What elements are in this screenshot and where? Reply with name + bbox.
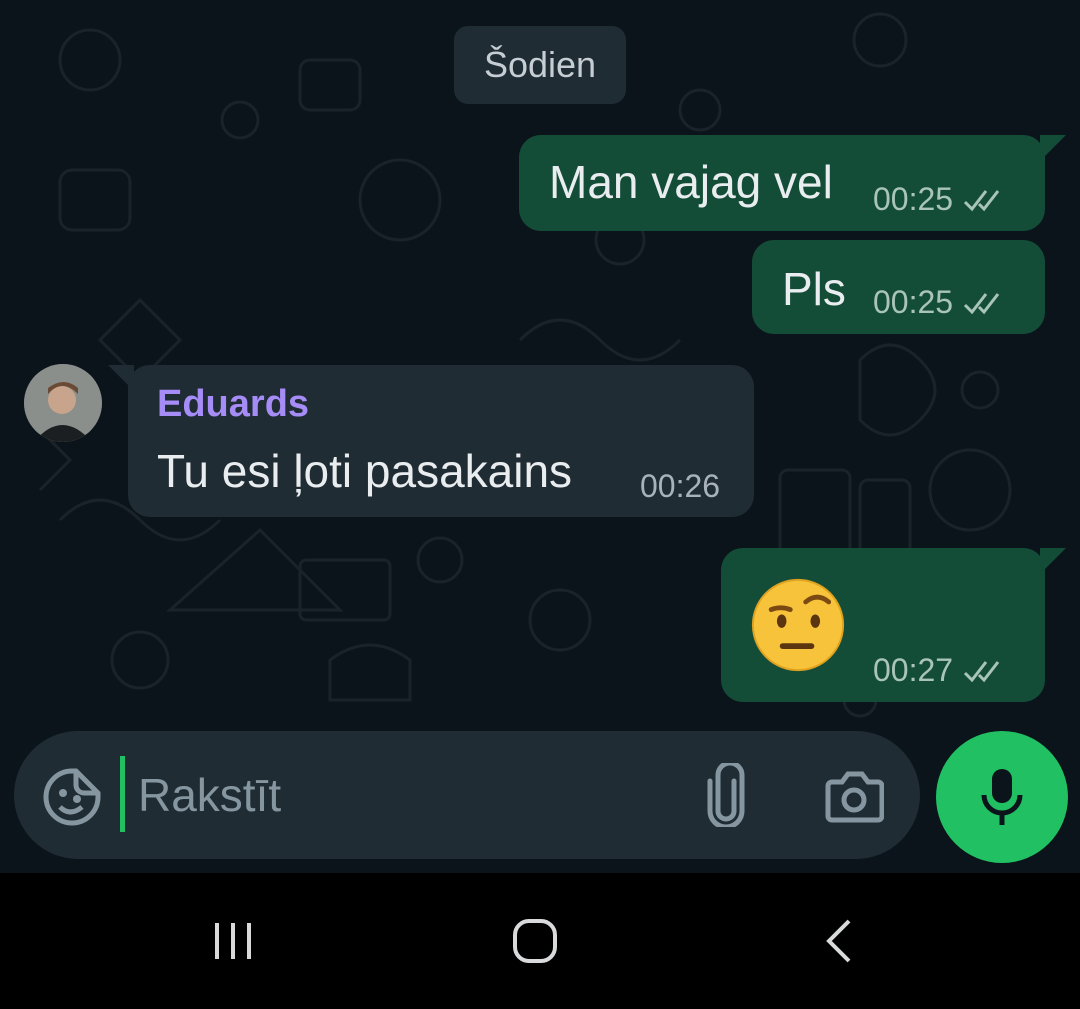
message-time: 00:25 (873, 284, 954, 320)
message-text: Tu esi ļoti pasakains (157, 445, 573, 497)
mic-icon (981, 769, 1023, 825)
home-icon (513, 919, 557, 963)
voice-message-button[interactable] (936, 731, 1068, 863)
system-navigation-bar (0, 873, 1080, 1009)
message-time: 00:27 (873, 652, 954, 688)
message-time: 00:25 (873, 181, 954, 217)
back-icon (826, 919, 851, 963)
message-composer (14, 731, 920, 859)
bubble-tail (1040, 548, 1066, 574)
double-check-icon (964, 660, 1000, 682)
recent-apps-button[interactable] (200, 913, 266, 969)
text-cursor (120, 756, 125, 832)
sender-name[interactable]: Eduards (157, 383, 309, 426)
double-check-icon (964, 292, 1000, 314)
attach-icon (707, 763, 745, 827)
date-separator: Šodien (454, 26, 626, 104)
avatar-photo (24, 364, 102, 442)
message-meta: 00:25 (873, 284, 1007, 321)
message-text: Man vajag vel (549, 156, 833, 208)
recent-apps-icon (215, 923, 251, 959)
sticker-icon (43, 768, 101, 826)
message-meta: 00:27 (873, 652, 1007, 689)
attach-button[interactable] (694, 763, 758, 827)
message-meta: 00:26 (640, 468, 720, 505)
bubble-tail (108, 365, 134, 391)
message-text: Pls (782, 263, 846, 315)
bubble-tail (1040, 135, 1066, 161)
message-time: 00:26 (640, 468, 721, 504)
home-button[interactable] (500, 909, 570, 973)
camera-icon (825, 771, 884, 823)
sticker-button[interactable] (40, 765, 104, 829)
message-input[interactable] (134, 753, 654, 837)
back-button[interactable] (806, 909, 872, 973)
camera-button[interactable] (822, 765, 886, 829)
double-check-icon (964, 189, 1000, 211)
message-meta: 00:25 (873, 181, 1007, 218)
chat-area[interactable]: Šodien Man vajag vel 00:25 Pls 00:25 Edu… (0, 0, 1080, 873)
raised-eyebrow-emoji (751, 578, 845, 672)
avatar[interactable] (24, 364, 102, 442)
